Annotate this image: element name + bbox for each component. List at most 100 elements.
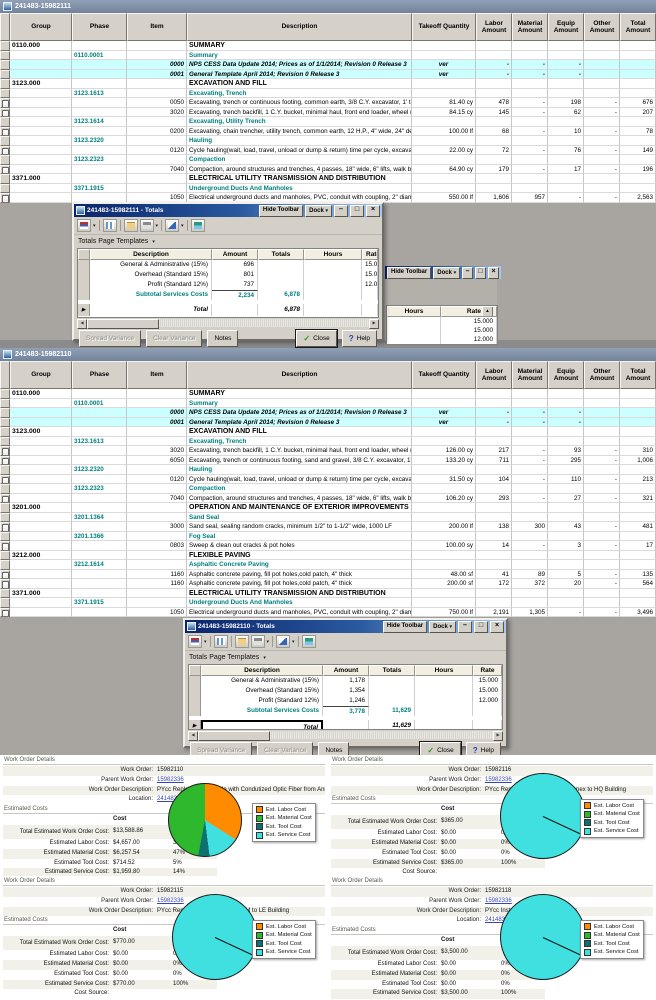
cell-amount[interactable]: 1,246 (323, 696, 369, 706)
cell-other[interactable] (584, 598, 620, 608)
column-header-equip[interactable]: Equip Amount (548, 13, 584, 41)
table-row[interactable]: 3371.000ELECTRICAL UTILITY TRANSMISSION … (0, 589, 656, 599)
cell-desc[interactable]: Excavating, trench or continuous footing… (187, 456, 412, 466)
cell-hours[interactable] (304, 304, 362, 316)
row-selector[interactable] (189, 706, 201, 716)
cell-phase[interactable] (72, 174, 127, 184)
column-header-group[interactable]: Group (10, 13, 72, 41)
cell-equip[interactable]: 10 (548, 127, 584, 137)
chevron-down-icon[interactable]: ▾ (181, 221, 184, 231)
row-selector[interactable] (0, 513, 10, 523)
cell-equip[interactable]: 5 (548, 570, 584, 580)
cell-material[interactable]: 1,305 (512, 608, 548, 618)
cell-total[interactable] (620, 418, 656, 428)
cell-total[interactable]: 2,563 (620, 193, 656, 203)
cell-group[interactable] (10, 408, 72, 418)
column-header-group[interactable]: Group (10, 361, 72, 389)
cell-total[interactable] (620, 513, 656, 523)
cell-total[interactable]: 78 (620, 127, 656, 137)
column-header-item[interactable]: Item (127, 13, 187, 41)
templates-dropdown[interactable]: Totals Page Templates▾ (74, 235, 382, 248)
row-selector[interactable] (0, 541, 10, 551)
row-selector[interactable] (0, 456, 10, 466)
cell-total[interactable] (620, 589, 656, 599)
cell-phase[interactable] (72, 108, 127, 118)
cell-item[interactable] (127, 136, 187, 146)
cell-hours[interactable] (387, 317, 441, 326)
cell-hours[interactable] (415, 676, 473, 686)
cell-qty[interactable]: ver (412, 60, 476, 70)
cell-material[interactable] (512, 155, 548, 165)
cell-material[interactable] (512, 589, 548, 599)
cell-other[interactable] (584, 532, 620, 542)
cell-phase[interactable] (72, 446, 127, 456)
scrollbar-thumb[interactable] (87, 319, 159, 329)
totals-row[interactable]: Overhead (Standard 15%)1,35415.000 (189, 686, 502, 696)
column-header-amount[interactable]: Amount (212, 249, 258, 260)
cell-phase[interactable] (72, 418, 127, 428)
cell-item[interactable]: 0050 (127, 98, 187, 108)
cell-desc[interactable]: General & Administrative (15%) (90, 260, 212, 270)
cell-other[interactable] (584, 503, 620, 513)
restore-button[interactable]: □ (474, 621, 488, 633)
cell-other[interactable]: - (584, 579, 620, 589)
cell-desc[interactable]: Excavating, chain trencher, utility tren… (187, 127, 412, 137)
cell-rate[interactable]: 15.000 (473, 676, 502, 686)
cell-material[interactable] (512, 427, 548, 437)
row-selector[interactable] (78, 280, 90, 290)
cell-material[interactable] (512, 89, 548, 99)
cell-group[interactable] (10, 522, 72, 532)
cell-item[interactable] (127, 389, 187, 399)
cell-group[interactable]: 0110.000 (10, 389, 72, 399)
row-selector[interactable] (0, 465, 10, 475)
minimize-button[interactable]: – (462, 267, 473, 279)
cell-amount[interactable]: 696 (212, 260, 258, 270)
columns-icon[interactable] (214, 635, 228, 648)
row-selector[interactable] (78, 260, 90, 270)
cell-total[interactable] (620, 155, 656, 165)
cell-phase[interactable] (72, 60, 127, 70)
cell-equip[interactable] (548, 174, 584, 184)
cell-phase[interactable]: 3371.1915 (72, 184, 127, 194)
restore-button[interactable]: □ (475, 267, 486, 279)
cell-item[interactable]: 1160 (127, 570, 187, 580)
cell-qty[interactable]: 133.20 cy (412, 456, 476, 466)
column-header-total[interactable]: Total Amount (620, 361, 656, 389)
column-header-rate[interactable]: Rate (362, 249, 378, 260)
row-selector[interactable] (189, 686, 201, 696)
cell-group[interactable] (10, 446, 72, 456)
cell-total[interactable] (620, 60, 656, 70)
cell-desc[interactable]: ELECTRICAL UTILITY TRANSMISSION AND DIST… (187, 174, 412, 184)
cell-desc[interactable]: OPERATION AND MAINTENANCE OF EXTERIOR IM… (187, 503, 412, 513)
row-selector[interactable] (189, 676, 201, 686)
cell-rate[interactable] (473, 720, 502, 730)
cell-equip[interactable] (548, 136, 584, 146)
cell-phase[interactable]: 3123.1613 (72, 437, 127, 447)
cell-other[interactable] (584, 418, 620, 428)
minimize-button[interactable]: – (334, 205, 348, 217)
cell-equip[interactable] (548, 437, 584, 447)
cell-group[interactable] (10, 60, 72, 70)
scrollbar-thumb[interactable] (198, 731, 270, 741)
spread-variance-button[interactable]: Spread Variance (79, 330, 141, 347)
table-row[interactable]: 3201.1366Fog Seal (0, 532, 656, 542)
cell-other[interactable] (584, 41, 620, 51)
cell-desc[interactable]: Excavating, Trench (187, 437, 412, 447)
row-selector[interactable] (0, 503, 10, 513)
cell-totals[interactable] (369, 696, 415, 706)
column-header-material[interactable]: Material Amount (512, 13, 548, 41)
cell-total[interactable] (620, 51, 656, 61)
cell-qty[interactable] (412, 155, 476, 165)
cell-qty[interactable] (412, 184, 476, 194)
cell-item[interactable] (127, 551, 187, 561)
cell-rate[interactable]: 12.000 (473, 696, 502, 706)
table-row[interactable]: 3123.2320Hauling (0, 136, 656, 146)
cell-desc[interactable]: General Template April 2014; Revision 0 … (187, 418, 412, 428)
close-button[interactable]: ✓Close (296, 330, 336, 347)
cell-item[interactable]: 7040 (127, 165, 187, 175)
cell-group[interactable] (10, 136, 72, 146)
cell-group[interactable] (10, 570, 72, 580)
row-selector[interactable] (78, 270, 90, 280)
column-header-totals[interactable]: Totals (258, 249, 304, 260)
cell-equip[interactable]: 27 (548, 494, 584, 504)
